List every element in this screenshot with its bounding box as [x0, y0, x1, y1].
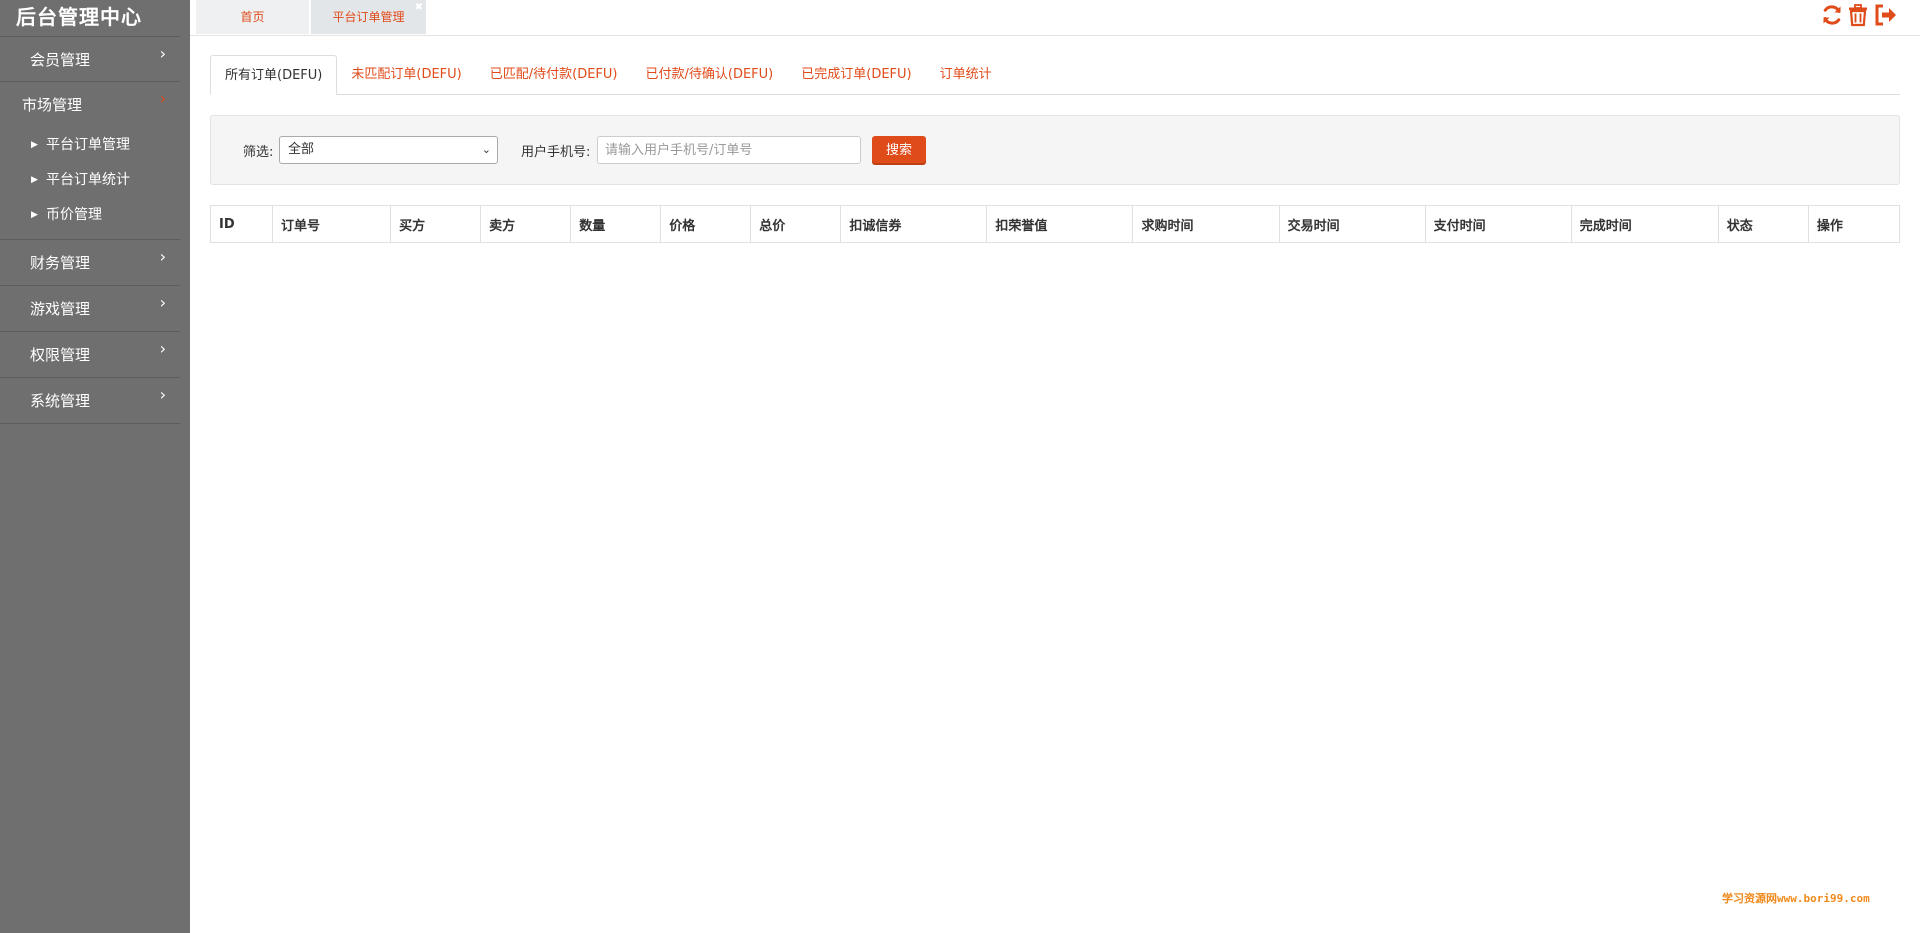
chevron-right-icon: › — [159, 293, 166, 312]
tab-platform-orders[interactable]: 平台订单管理 ✖ — [311, 0, 426, 34]
watermark: 学习资源网www.bori99.com — [1722, 892, 1870, 905]
sidebar-item-label: 财务管理 — [30, 254, 91, 272]
tab-paid-pending-confirm[interactable]: 已付款/待确认(DEFU) — [632, 55, 788, 95]
chevron-right-icon: › — [159, 44, 166, 63]
sidebar-item-label: 会员管理 — [30, 51, 91, 69]
filter-label: 筛选: — [243, 145, 274, 160]
column-header: 扣诚信券 — [840, 205, 988, 243]
search-button[interactable]: 搜索 — [872, 136, 926, 165]
sidebar-item-members[interactable]: 会员管理 › — [0, 36, 180, 82]
phone-label: 用户手机号: — [521, 145, 591, 160]
caret-right-icon: ▶ — [31, 210, 38, 220]
chevron-right-icon: › — [159, 339, 166, 358]
chevron-right-icon: › — [159, 247, 166, 266]
column-header: 状态 — [1718, 205, 1809, 243]
sidebar-item-label: 游戏管理 — [30, 300, 91, 318]
sidebar: 后台管理中心 会员管理 › 市场管理 › ▶ 平台订单管理 ▶ 平台订单统计 ▶… — [0, 0, 190, 933]
column-header: 完成时间 — [1571, 205, 1719, 243]
column-header: 支付时间 — [1425, 205, 1572, 243]
column-header: 买方 — [390, 205, 482, 243]
column-header: 订单号 — [272, 205, 392, 243]
sidebar-item-label: 系统管理 — [30, 392, 91, 410]
tab-order-stats[interactable]: 订单统计 — [926, 55, 1006, 95]
sidebar-item-permissions[interactable]: 权限管理 › — [0, 332, 180, 378]
sidebar-subitem-platform-orders[interactable]: ▶ 平台订单管理 — [0, 128, 180, 163]
tab-all-orders[interactable]: 所有订单(DEFU) — [210, 55, 338, 95]
column-header: 交易时间 — [1279, 205, 1426, 243]
tab-home[interactable]: 首页 — [196, 0, 309, 34]
orders-table: ID 订单号 买方 卖方 数量 价格 总价 扣诚信券 扣荣誉值 求购时间 交易时… — [210, 205, 1901, 243]
trash-icon[interactable] — [1846, 2, 1870, 28]
sidebar-subitem-coin-price[interactable]: ▶ 币价管理 — [0, 198, 180, 233]
logout-icon[interactable] — [1873, 2, 1897, 28]
column-header: 操作 — [1808, 205, 1901, 243]
sidebar-item-finance[interactable]: 财务管理 › — [0, 240, 180, 286]
topbar: 首页 平台订单管理 ✖ — [190, 0, 1920, 36]
sidebar-subitem-order-stats[interactable]: ▶ 平台订单统计 — [0, 163, 180, 198]
tab-label: 平台订单管理 — [332, 10, 405, 24]
refresh-icon[interactable] — [1820, 2, 1844, 28]
sidebar-item-games[interactable]: 游戏管理 › — [0, 286, 180, 332]
column-header: 价格 — [660, 205, 752, 243]
sidebar-item-market[interactable]: 市场管理 › — [0, 82, 180, 128]
chevron-right-icon: › — [159, 89, 166, 108]
tab-unmatched-orders[interactable]: 未匹配订单(DEFU) — [337, 55, 475, 95]
close-icon[interactable]: ✖ — [415, 0, 423, 25]
caret-right-icon: ▶ — [31, 175, 38, 185]
order-tabs: 所有订单(DEFU) 未匹配订单(DEFU) 已匹配/待付款(DEFU) 已付款… — [210, 55, 1900, 95]
column-header: 扣荣誉值 — [986, 205, 1134, 243]
column-header: 卖方 — [480, 205, 572, 243]
sidebar-item-label: 权限管理 — [30, 346, 91, 364]
table-header-row: ID 订单号 买方 卖方 数量 价格 总价 扣诚信券 扣荣誉值 求购时间 交易时… — [210, 205, 1901, 243]
phone-search-input[interactable] — [597, 136, 861, 164]
filter-select-value: 全部 — [288, 142, 315, 157]
column-header: 总价 — [750, 205, 842, 243]
column-header: 数量 — [570, 205, 662, 243]
filter-panel: 筛选: 全部 ⌄ 用户手机号: 搜索 — [210, 115, 1900, 185]
tab-completed-orders[interactable]: 已完成订单(DEFU) — [787, 55, 925, 95]
sidebar-item-label: 市场管理 — [22, 96, 83, 114]
filter-select[interactable]: 全部 ⌄ — [279, 136, 498, 164]
chevron-right-icon: › — [159, 385, 166, 404]
sidebar-item-system[interactable]: 系统管理 › — [0, 378, 180, 424]
caret-right-icon: ▶ — [31, 140, 38, 150]
market-submenu: ▶ 平台订单管理 ▶ 平台订单统计 ▶ 币价管理 — [0, 128, 180, 240]
chevron-down-icon: ⌄ — [481, 143, 491, 156]
tab-matched-pending-payment[interactable]: 已匹配/待付款(DEFU) — [476, 55, 632, 95]
column-header: 求购时间 — [1132, 205, 1280, 243]
column-header: ID — [210, 205, 274, 243]
